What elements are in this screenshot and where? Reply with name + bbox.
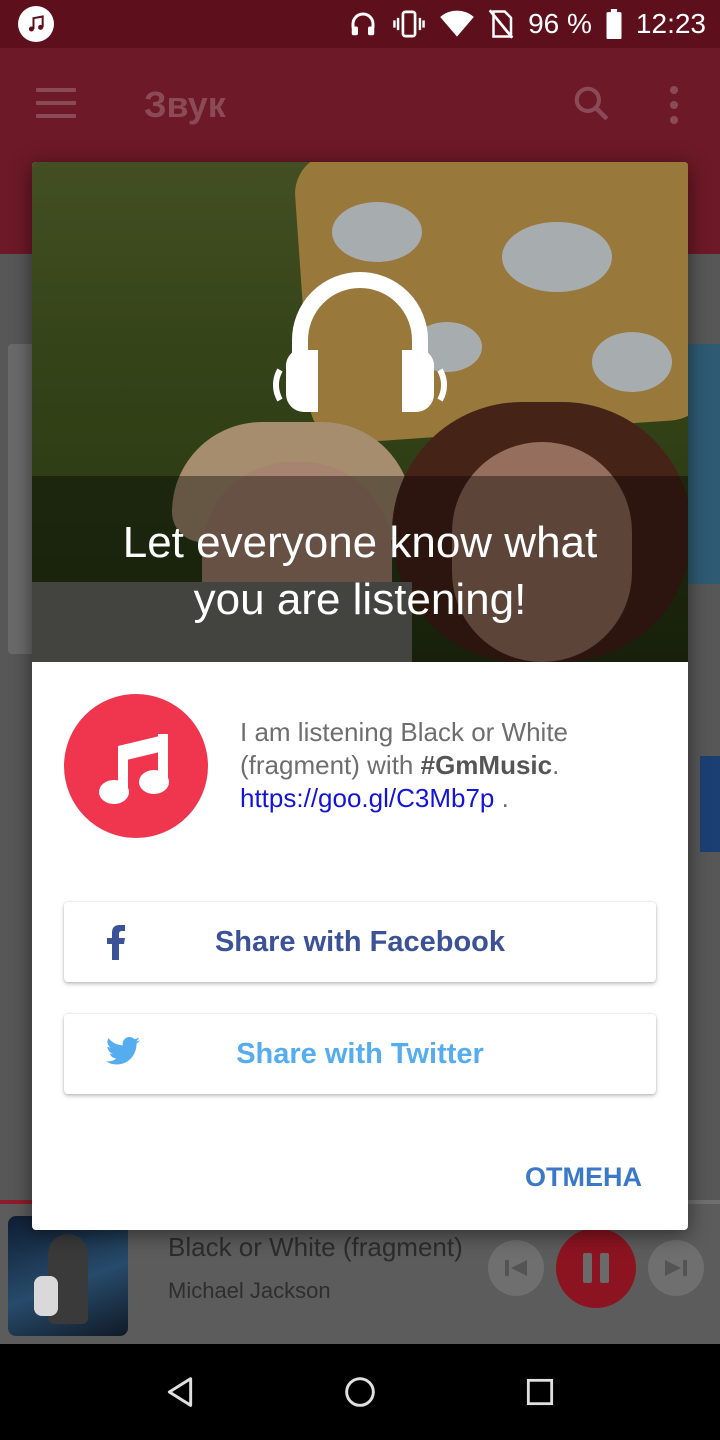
more-icon[interactable]: [670, 86, 682, 131]
album-art[interactable]: [8, 1216, 128, 1336]
share-message: I am listening Black or White (fragment)…: [240, 716, 660, 815]
share-twitter-label: Share with Twitter: [236, 1037, 484, 1070]
message-period: .: [552, 750, 560, 780]
hero-title-line2: you are listening!: [193, 575, 527, 624]
track-artist: Michael Jackson: [168, 1278, 331, 1303]
recents-icon[interactable]: [526, 1378, 554, 1411]
message-hashtag: #GmMusic: [420, 750, 553, 780]
wifi-icon: [440, 10, 474, 38]
message-suffix: .: [494, 783, 509, 813]
previous-button[interactable]: [488, 1240, 544, 1296]
music-app-notification-icon: [18, 6, 54, 42]
pause-icon: [583, 1253, 609, 1283]
battery-icon: [606, 9, 622, 39]
battery-percent: 96 %: [528, 8, 592, 39]
cancel-button[interactable]: ОТМЕНА: [525, 1162, 642, 1193]
share-link[interactable]: https://goo.gl/C3Mb7p: [240, 783, 494, 813]
status-icons: 96 % 12:23: [348, 0, 706, 48]
share-dialog: Let everyone know what you are listening…: [32, 162, 688, 1230]
share-facebook-button[interactable]: Share with Facebook: [64, 902, 656, 982]
hero-title: Let everyone know what you are listening…: [32, 514, 688, 628]
hero-image: Let everyone know what you are listening…: [32, 162, 688, 662]
search-icon[interactable]: [572, 84, 610, 127]
share-facebook-label: Share with Facebook: [214, 925, 506, 958]
background-accent: [700, 756, 720, 852]
pause-button[interactable]: [556, 1228, 636, 1308]
status-bar: 96 % 12:23: [0, 0, 720, 48]
share-twitter-button[interactable]: Share with Twitter: [64, 1014, 656, 1094]
facebook-icon: [106, 924, 126, 965]
back-icon[interactable]: [164, 1376, 196, 1413]
navigation-bar: [0, 1344, 720, 1440]
headphones-status-icon: [348, 9, 378, 39]
home-icon[interactable]: [344, 1376, 376, 1413]
track-title: Black or White (fragment): [168, 1232, 463, 1262]
vibrate-icon: [392, 9, 426, 39]
menu-icon[interactable]: [36, 88, 76, 118]
background-card: [688, 344, 720, 584]
music-note-icon: [64, 694, 208, 838]
next-button[interactable]: [648, 1240, 704, 1296]
twitter-icon: [106, 1036, 140, 1071]
previous-icon: [505, 1260, 527, 1276]
hero-title-line1: Let everyone know what: [122, 518, 598, 567]
clock: 12:23: [635, 8, 706, 39]
next-icon: [665, 1260, 687, 1276]
no-sim-icon: [488, 9, 514, 39]
app-title: Звук: [144, 84, 226, 125]
headphones-icon: [260, 262, 460, 427]
